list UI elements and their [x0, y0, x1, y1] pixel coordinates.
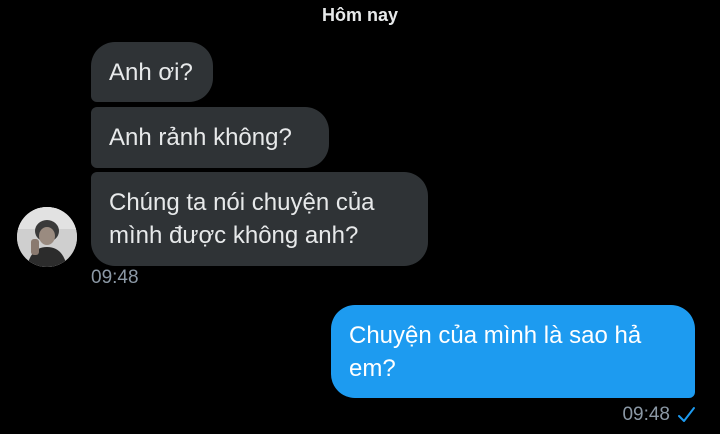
- message-text: Anh rảnh không?: [109, 124, 292, 151]
- incoming-message[interactable]: Anh rảnh không?: [91, 107, 329, 168]
- message-text: Chuyện của mình là sao hả em?: [349, 322, 642, 382]
- message-text: Anh ơi?: [109, 58, 193, 86]
- incoming-message[interactable]: Anh ơi?: [91, 42, 213, 102]
- message-timestamp: 09:48: [622, 404, 670, 425]
- date-separator: Hôm nay: [321, 5, 399, 25]
- checkmark-icon: [678, 407, 695, 422]
- incoming-message[interactable]: Chúng ta nói chuyện của mình được không …: [91, 172, 428, 266]
- message-text: Chúng ta nói chuyện của mình được không …: [109, 189, 375, 249]
- message-timestamp: 09:48: [91, 267, 139, 288]
- outgoing-message[interactable]: Chuyện của mình là sao hả em?: [331, 305, 695, 398]
- avatar-photo: [17, 207, 77, 267]
- avatar[interactable]: [17, 207, 77, 267]
